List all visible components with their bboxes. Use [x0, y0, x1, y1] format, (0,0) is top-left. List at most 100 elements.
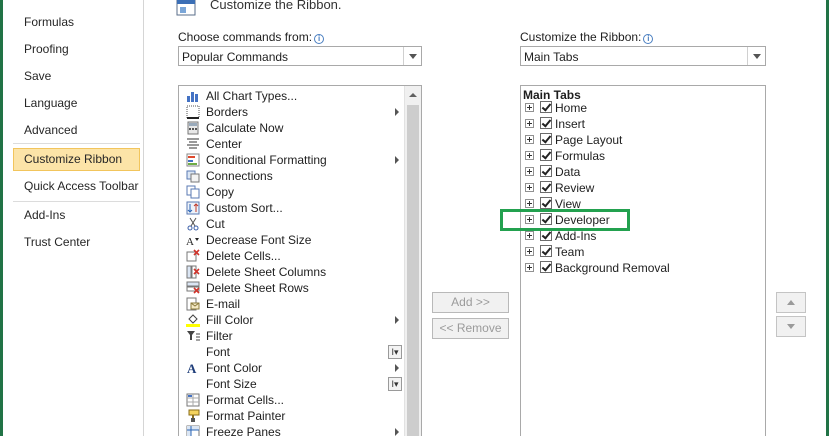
expand-icon[interactable] — [525, 263, 534, 272]
expand-icon[interactable] — [525, 247, 534, 256]
commands-list[interactable]: All Chart Types... Borders Calculate Now… — [178, 85, 422, 436]
tree-item-page-layout[interactable]: Page Layout — [521, 132, 765, 148]
sidebar-item-trust-center[interactable]: Trust Center — [13, 231, 140, 254]
conditional-formatting-icon — [186, 153, 200, 167]
sidebar-item-advanced[interactable]: Advanced — [13, 119, 140, 142]
sidebar-item-add-ins[interactable]: Add-Ins — [13, 204, 140, 227]
tree-item-insert[interactable]: Insert — [521, 116, 765, 132]
list-item[interactable]: Center — [179, 136, 405, 152]
list-item[interactable]: Borders — [179, 104, 405, 120]
svg-text:A: A — [187, 361, 197, 375]
list-item[interactable]: Font I▾ — [179, 344, 405, 360]
list-item-label: Delete Cells... — [206, 249, 281, 263]
page-title: Customize the Ribbon. — [210, 0, 342, 12]
list-item[interactable]: Custom Sort... — [179, 200, 405, 216]
options-sidebar: Formulas Proofing Save Language Advanced… — [3, 0, 144, 436]
delete-columns-icon — [186, 265, 200, 279]
chevron-down-icon[interactable] — [403, 47, 421, 65]
remove-button[interactable]: << Remove — [432, 318, 509, 339]
sidebar-item-formulas[interactable]: Formulas — [13, 11, 140, 34]
list-item[interactable]: Format Cells... — [179, 392, 405, 408]
checkbox-checked-icon[interactable] — [540, 197, 552, 209]
fill-color-icon — [186, 314, 200, 327]
customize-ribbon-dropdown[interactable]: Main Tabs — [520, 46, 766, 66]
expand-icon[interactable] — [525, 119, 534, 128]
move-up-button[interactable] — [776, 292, 806, 313]
list-item[interactable]: Delete Cells... — [179, 248, 405, 264]
tree-item-review[interactable]: Review — [521, 180, 765, 196]
font-color-icon: A — [187, 361, 197, 375]
info-icon: i — [314, 34, 325, 44]
tree-item-label: Add-Ins — [555, 229, 597, 243]
list-item[interactable]: Copy — [179, 184, 405, 200]
checkbox-checked-icon[interactable] — [540, 101, 552, 113]
expand-icon[interactable] — [525, 151, 534, 160]
customize-ribbon-pane: Customize the Ribbon. Choose commands fr… — [144, 0, 826, 436]
tree-item-label: Page Layout — [555, 133, 623, 147]
checkbox-checked-icon[interactable] — [540, 181, 552, 193]
list-item[interactable]: Format Painter — [179, 408, 405, 424]
commands-scrollbar[interactable] — [404, 86, 421, 436]
sidebar-item-proofing[interactable]: Proofing — [13, 38, 140, 61]
list-item-label: Freeze Panes — [206, 425, 281, 436]
list-item-label: Decrease Font Size — [206, 233, 312, 247]
expand-icon[interactable] — [525, 183, 534, 192]
list-item[interactable]: Conditional Formatting — [179, 152, 405, 168]
tree-item-data[interactable]: Data — [521, 164, 765, 180]
expand-icon[interactable] — [525, 231, 534, 240]
add-button[interactable]: Add >> — [432, 292, 509, 313]
sidebar-item-save[interactable]: Save — [13, 65, 140, 88]
expand-icon[interactable] — [525, 199, 534, 208]
tree-item-formulas[interactable]: Formulas — [521, 148, 765, 164]
list-item[interactable]: Calculate Now — [179, 120, 405, 136]
list-item[interactable]: Cut — [179, 216, 405, 232]
tree-item-label: Data — [555, 165, 581, 179]
list-item-label: Center — [206, 137, 243, 151]
email-icon — [186, 297, 200, 311]
sidebar-item-customize-ribbon[interactable]: Customize Ribbon — [13, 148, 140, 171]
scissors-icon — [187, 217, 199, 231]
tree-item-home[interactable]: Home — [521, 100, 765, 116]
list-item[interactable]: Filter — [179, 328, 405, 344]
list-item[interactable]: E-mail — [179, 296, 405, 312]
list-item[interactable]: Delete Sheet Columns — [179, 264, 405, 280]
checkbox-checked-icon[interactable] — [540, 149, 552, 161]
ribbon-tabs-tree[interactable]: Main Tabs Home Insert Page Layout Formul… — [520, 85, 766, 436]
list-item[interactable]: All Chart Types... — [179, 88, 405, 104]
choose-commands-dropdown[interactable]: Popular Commands — [178, 46, 422, 66]
sidebar-separator — [13, 201, 140, 202]
list-item[interactable]: A Font Color — [179, 360, 405, 376]
tree-item-label: Insert — [555, 117, 586, 131]
expand-icon[interactable] — [525, 135, 534, 144]
tree-item-team[interactable]: Team — [521, 244, 765, 260]
checkbox-checked-icon[interactable] — [540, 117, 552, 129]
submenu-arrow-icon — [395, 108, 399, 116]
tree-item-label: Formulas — [555, 149, 606, 163]
list-item[interactable]: Freeze Panes — [179, 424, 405, 436]
list-item[interactable]: A Decrease Font Size — [179, 232, 405, 248]
sidebar-separator — [13, 143, 140, 144]
list-item[interactable]: Fill Color — [179, 312, 405, 328]
font-size-split-control-icon[interactable]: I▾ — [388, 377, 402, 391]
list-item-label: Custom Sort... — [206, 201, 283, 215]
scrollbar-thumb[interactable] — [407, 105, 419, 436]
list-item[interactable]: Font Size I▾ — [179, 376, 405, 392]
expand-icon[interactable] — [525, 103, 534, 112]
scroll-up-icon[interactable] — [405, 86, 421, 103]
list-item[interactable]: Connections — [179, 168, 405, 184]
list-item[interactable]: Delete Sheet Rows — [179, 280, 405, 296]
sidebar-item-language[interactable]: Language — [13, 92, 140, 115]
list-item-label: Delete Sheet Rows — [206, 281, 309, 295]
checkbox-checked-icon[interactable] — [540, 133, 552, 145]
chevron-down-icon[interactable] — [747, 47, 765, 65]
list-item-label: Font Color — [206, 361, 263, 375]
checkbox-checked-icon[interactable] — [540, 245, 552, 257]
decrease-font-icon: A — [186, 236, 199, 247]
font-split-control-icon[interactable]: I▾ — [388, 345, 402, 359]
tree-item-background-removal[interactable]: Background Removal — [521, 260, 765, 276]
checkbox-checked-icon[interactable] — [540, 261, 552, 273]
move-down-button[interactable] — [776, 316, 806, 337]
checkbox-checked-icon[interactable] — [540, 165, 552, 177]
sidebar-item-quick-access-toolbar[interactable]: Quick Access Toolbar — [13, 175, 140, 198]
expand-icon[interactable] — [525, 167, 534, 176]
